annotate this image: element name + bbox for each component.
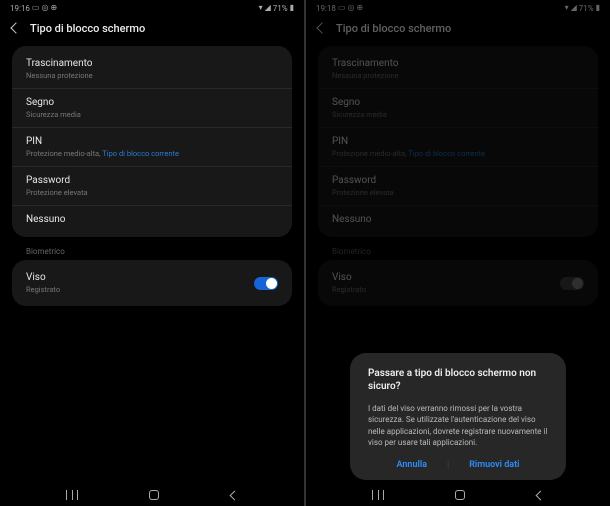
notification-icon: ⊕ <box>50 4 57 12</box>
option-sub: Protezione medio-alta, Tipo di blocco co… <box>26 149 278 158</box>
option-password: Password Protezione elevata <box>318 167 598 206</box>
nav-back-icon[interactable] <box>230 490 240 500</box>
option-sub: Sicurezza media <box>26 110 278 119</box>
dialog-title: Passare a tipo di blocco schermo non sic… <box>368 367 548 393</box>
separator: | <box>447 460 449 470</box>
signal-icon: ◢ <box>571 4 577 12</box>
option-sub: Nessuna protezione <box>26 71 278 80</box>
option-drag: Trascinamento Nessuna protezione <box>318 50 598 89</box>
option-title: Viso <box>332 272 560 283</box>
option-sub: Sicurezza media <box>332 110 584 119</box>
nav-bar <box>306 490 610 500</box>
dialog-actions: Annulla | Rimuovi dati <box>368 460 548 470</box>
nav-recent-icon[interactable] <box>66 490 78 500</box>
screen-right: 19:18 ▭ ◎ ⊕ ▾ ◢ 71% ▮ Tipo di blocco sch… <box>306 0 610 506</box>
option-title: PIN <box>26 136 278 147</box>
option-face: Viso Registrato <box>318 264 598 302</box>
lock-options-card: Trascinamento Nessuna protezione Segno S… <box>318 46 598 237</box>
header: Tipo di blocco schermo <box>0 16 304 40</box>
option-password[interactable]: Password Protezione elevata <box>12 167 292 206</box>
option-pin[interactable]: PIN Protezione medio-alta, Tipo di blocc… <box>12 128 292 167</box>
status-bar: 19:18 ▭ ◎ ⊕ ▾ ◢ 71% ▮ <box>306 0 610 16</box>
option-face[interactable]: Viso Registrato <box>12 264 292 302</box>
option-sub: Protezione medio-alta, Tipo di blocco co… <box>332 149 584 158</box>
option-title: Nessuno <box>332 214 584 225</box>
biometric-card: Viso Registrato <box>318 260 598 306</box>
option-sub: Protezione elevata <box>332 188 584 197</box>
confirm-dialog: Passare a tipo di blocco schermo non sic… <box>350 353 566 480</box>
content: Trascinamento Nessuna protezione Segno S… <box>0 40 304 320</box>
option-sub: Registrato <box>26 285 254 294</box>
face-toggle <box>560 277 584 290</box>
biometric-card: Viso Registrato <box>12 260 292 306</box>
biometric-header: Biometrico <box>318 245 598 260</box>
notification-icon: ◎ <box>347 4 354 12</box>
option-none[interactable]: Nessuno <box>12 206 292 233</box>
signal-icon: ◢ <box>265 4 271 12</box>
option-sub: Registrato <box>332 285 560 294</box>
option-title: Trascinamento <box>26 58 278 69</box>
battery-text: 71% <box>273 4 288 13</box>
option-title: PIN <box>332 136 584 147</box>
content: Trascinamento Nessuna protezione Segno S… <box>306 40 610 320</box>
dialog-body: I dati del viso verranno rimossi per la … <box>368 403 548 448</box>
option-title: Password <box>332 175 584 186</box>
nav-bar <box>0 490 304 500</box>
cancel-button[interactable]: Annulla <box>397 460 428 470</box>
biometric-header: Biometrico <box>12 245 292 260</box>
battery-icon: ▮ <box>290 4 294 12</box>
status-bar: 19:16 ▭ ◎ ⊕ ▾ ◢ 71% ▮ <box>0 0 304 16</box>
nav-back-icon[interactable] <box>536 490 546 500</box>
option-pattern: Segno Sicurezza media <box>318 89 598 128</box>
page-title: Tipo di blocco schermo <box>30 22 145 35</box>
option-pin: PIN Protezione medio-alta, Tipo di blocc… <box>318 128 598 167</box>
wifi-icon: ▾ <box>565 4 569 12</box>
nav-home-icon[interactable] <box>455 490 465 500</box>
lock-options-card: Trascinamento Nessuna protezione Segno S… <box>12 46 292 237</box>
back-icon[interactable] <box>10 22 21 33</box>
nav-recent-icon[interactable] <box>372 490 384 500</box>
notification-icon: ◎ <box>41 4 48 12</box>
back-icon <box>316 22 327 33</box>
option-title: Viso <box>26 272 254 283</box>
option-sub: Protezione elevata <box>26 188 278 197</box>
screen-left: 19:16 ▭ ◎ ⊕ ▾ ◢ 71% ▮ Tipo di blocco sch… <box>0 0 304 506</box>
option-title: Trascinamento <box>332 58 584 69</box>
face-toggle[interactable] <box>254 277 278 290</box>
option-title: Password <box>26 175 278 186</box>
page-title: Tipo di blocco schermo <box>336 22 451 35</box>
status-time: 19:16 <box>10 4 30 13</box>
notification-icon: ▭ <box>338 4 346 12</box>
battery-icon: ▮ <box>596 4 600 12</box>
option-none: Nessuno <box>318 206 598 233</box>
option-title: Nessuno <box>26 214 278 225</box>
nav-home-icon[interactable] <box>149 490 159 500</box>
notification-icon: ⊕ <box>356 4 363 12</box>
wifi-icon: ▾ <box>259 4 263 12</box>
option-pattern[interactable]: Segno Sicurezza media <box>12 89 292 128</box>
header: Tipo di blocco schermo <box>306 16 610 40</box>
option-title: Segno <box>332 97 584 108</box>
option-title: Segno <box>26 97 278 108</box>
option-sub: Nessuna protezione <box>332 71 584 80</box>
battery-text: 71% <box>579 4 594 13</box>
confirm-button[interactable]: Rimuovi dati <box>469 460 519 470</box>
option-drag[interactable]: Trascinamento Nessuna protezione <box>12 50 292 89</box>
status-time: 19:18 <box>316 4 336 13</box>
notification-icon: ▭ <box>32 4 40 12</box>
